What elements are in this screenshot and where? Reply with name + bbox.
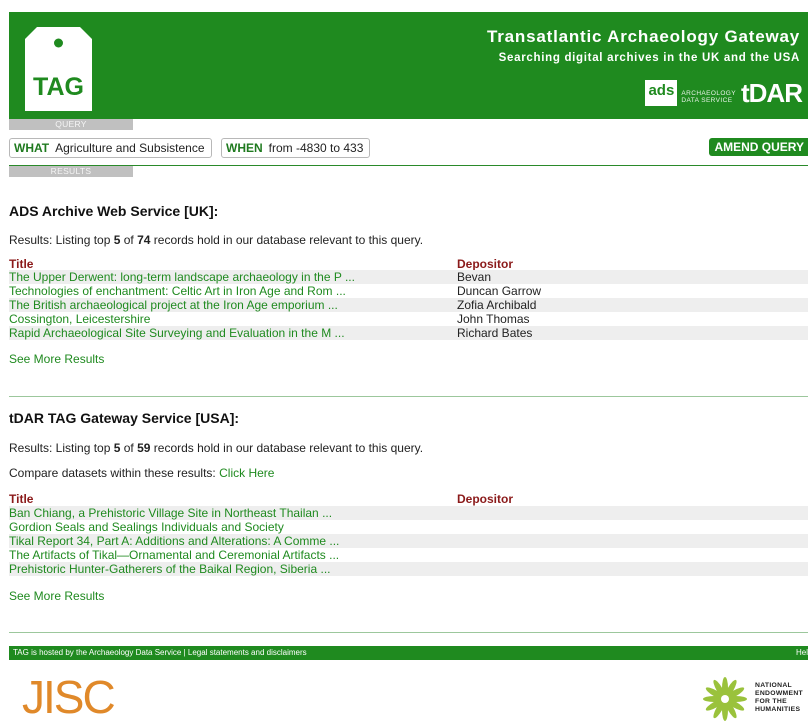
ads-section-title: ADS Archive Web Service [UK]: (9, 203, 219, 219)
what-value: Agriculture and Subsistence (55, 141, 205, 155)
record-depositor: Zofia Archibald (457, 298, 537, 312)
tdar-results-summary: Results: Listing top 5 of 59 records hol… (9, 441, 424, 455)
table-row: Cossington, Leicestershire John Thomas (9, 312, 808, 326)
record-title-link[interactable]: Gordion Seals and Sealings Individuals a… (9, 520, 284, 534)
record-depositor: John Thomas (457, 312, 530, 326)
record-title-link[interactable]: The British archaeological project at th… (9, 298, 338, 312)
neh-emblem-icon (703, 677, 747, 721)
record-title-link[interactable]: Prehistoric Hunter-Gatherers of the Baik… (9, 562, 330, 576)
divider (9, 396, 808, 397)
table-row: Technologies of enchantment: Celtic Art … (9, 284, 808, 298)
record-title-link[interactable]: Ban Chiang, a Prehistoric Village Site i… (9, 506, 332, 520)
site-subtitle: Searching digital archives in the UK and… (498, 52, 800, 64)
footer-hosted-text[interactable]: TAG is hosted by the Archaeology Data Se… (13, 646, 307, 660)
what-filter[interactable]: WHAT Agriculture and Subsistence (9, 138, 212, 158)
ads-results-summary: Results: Listing top 5 of 74 records hol… (9, 233, 424, 247)
compare-datasets: Compare datasets within these results: C… (9, 466, 275, 480)
table-row: The Upper Derwent: long-term landscape a… (9, 270, 808, 284)
tdar-col-depositor: Depositor (457, 492, 514, 506)
record-depositor: Bevan (457, 270, 492, 284)
query-bar: WHAT Agriculture and Subsistence WHEN from… (9, 138, 808, 160)
record-title-link[interactable]: Rapid Archaeological Site Surveying and … (9, 326, 345, 340)
site-title: Transatlantic Archaeology Gateway (487, 27, 800, 46)
what-label: WHAT (14, 141, 50, 155)
record-depositor: Duncan Garrow (457, 284, 542, 298)
table-row: Tikal Report 34, Part A: Additions and A… (9, 534, 808, 548)
site-header: TAG Transatlantic Archaeology Gateway Se… (9, 12, 808, 119)
tdar-col-title: Title (9, 492, 34, 506)
table-row: Ban Chiang, a Prehistoric Village Site i… (9, 506, 808, 520)
tag-logo-text: TAG (33, 73, 84, 101)
divider (9, 632, 808, 633)
record-title-link[interactable]: The Artifacts of Tikal—Ornamental and Ce… (9, 548, 339, 562)
record-title-link[interactable]: Cossington, Leicestershire (9, 312, 150, 326)
table-row: Prehistoric Hunter-Gatherers of the Baik… (9, 562, 808, 576)
neh-logo-text: NATIONAL ENDOWMENT FOR THE HUMANITIES (755, 682, 804, 713)
compare-click-here-link[interactable]: Click Here (219, 466, 274, 480)
jisc-logo[interactable]: JISC (22, 672, 116, 722)
table-row: The British archaeological project at th… (9, 298, 808, 312)
table-row: The Artifacts of Tikal—Ornamental and Ce… (9, 548, 808, 562)
record-depositor: Richard Bates (457, 326, 533, 340)
tdar-see-more-link[interactable]: See More Results (9, 589, 104, 603)
ads-logo-text: ARCHAEOLOGY DATA SERVICE (681, 90, 736, 104)
ads-see-more-link[interactable]: See More Results (9, 352, 104, 366)
ads-col-depositor: Depositor (457, 257, 514, 271)
table-row: Gordion Seals and Sealings Individuals a… (9, 520, 808, 534)
ads-col-title: Title (9, 257, 34, 271)
when-value: from -4830 to 433 (268, 141, 364, 155)
record-title-link[interactable]: Tikal Report 34, Part A: Additions and A… (9, 534, 339, 548)
footer-bar: TAG is hosted by the Archaeology Data Se… (9, 646, 808, 660)
tag-logo[interactable]: TAG (25, 27, 92, 111)
table-row: Rapid Archaeological Site Surveying and … (9, 326, 808, 340)
partner-logos: ads ARCHAEOLOGY DATA SERVICE tDAR (645, 70, 803, 106)
neh-logo[interactable]: NATIONAL ENDOWMENT FOR THE HUMANITIES (700, 676, 808, 722)
query-tab: QUERY (9, 119, 133, 130)
record-title-link[interactable]: Technologies of enchantment: Celtic Art … (9, 284, 346, 298)
when-filter[interactable]: WHEN from -4830 to 433 (221, 138, 371, 158)
footer-help-link[interactable]: Hel (796, 646, 808, 660)
record-title-link[interactable]: The Upper Derwent: long-term landscape a… (9, 270, 355, 284)
ads-logo[interactable]: ads (645, 80, 678, 106)
tdar-logo[interactable]: tDAR (741, 80, 803, 106)
when-label: WHEN (226, 141, 263, 155)
results-tab: RESULTS (9, 166, 133, 177)
amend-query-button[interactable]: AMEND QUERY (709, 138, 808, 156)
tdar-section-title: tDAR TAG Gateway Service [USA]: (9, 410, 240, 426)
